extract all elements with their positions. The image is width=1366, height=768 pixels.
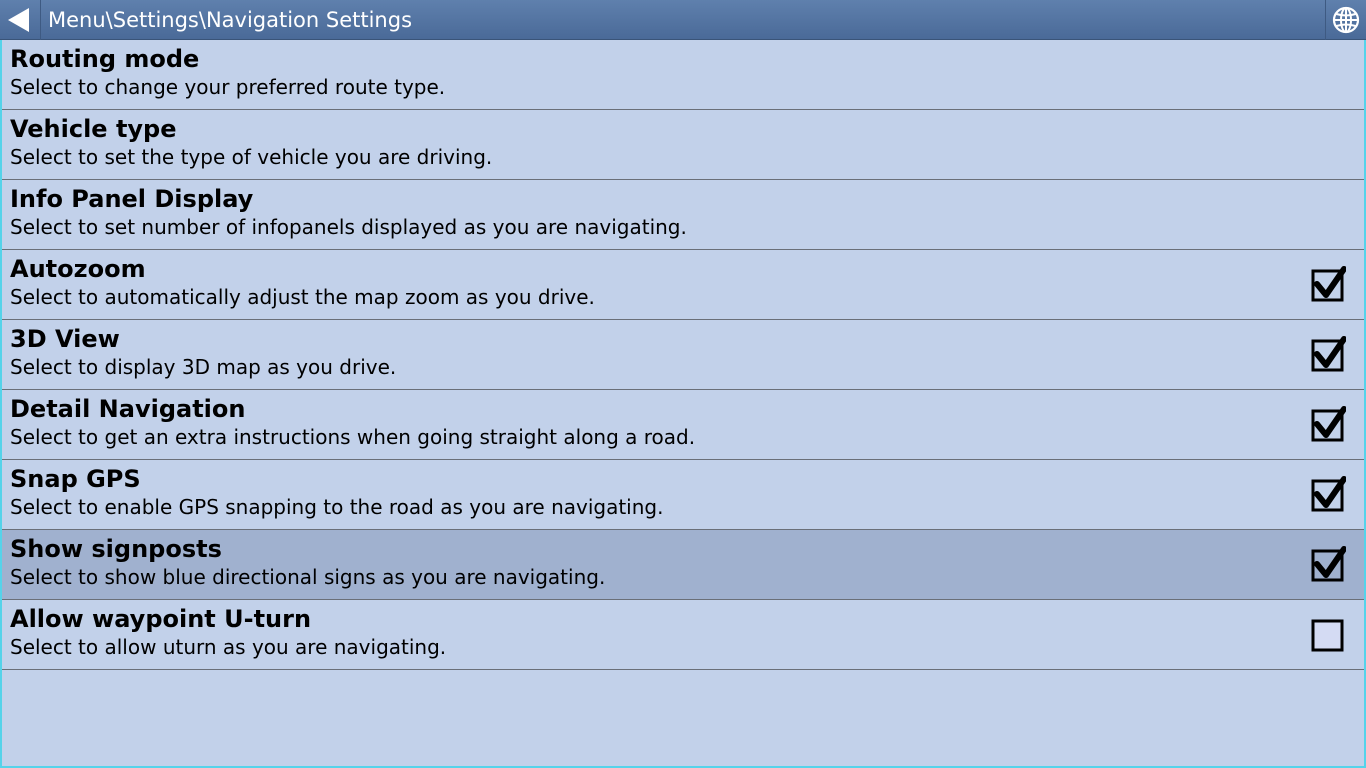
settings-list: Routing mode Select to change your prefe… — [0, 40, 1366, 768]
checkmark-icon — [1314, 406, 1346, 438]
snap-gps-checkbox[interactable] — [1308, 476, 1346, 514]
setting-description: Select to display 3D map as you drive. — [10, 355, 397, 379]
globe-button[interactable] — [1326, 0, 1366, 40]
setting-title: Routing mode — [10, 45, 200, 73]
setting-row-3d-view[interactable]: 3D View Select to display 3D map as you … — [2, 320, 1364, 390]
3d-view-checkbox[interactable] — [1308, 336, 1346, 374]
setting-description: Select to show blue directional signs as… — [10, 565, 606, 589]
setting-description: Select to automatically adjust the map z… — [10, 285, 595, 309]
setting-description: Select to get an extra instructions when… — [10, 425, 696, 449]
setting-description: Select to enable GPS snapping to the roa… — [10, 495, 664, 519]
title-separator — [40, 0, 41, 40]
setting-row-autozoom[interactable]: Autozoom Select to automatically adjust … — [2, 250, 1364, 320]
setting-title: Info Panel Display — [10, 185, 254, 213]
back-arrow-icon — [8, 8, 29, 32]
setting-row-vehicle-type[interactable]: Vehicle type Select to set the type of v… — [2, 110, 1364, 180]
setting-title: Detail Navigation — [10, 395, 246, 423]
setting-row-show-signposts[interactable]: Show signposts Select to show blue direc… — [2, 530, 1364, 600]
checkbox-box — [1311, 619, 1344, 652]
checkmark-icon — [1314, 546, 1346, 578]
setting-description: Select to set the type of vehicle you ar… — [10, 145, 493, 169]
setting-description: Select to allow uturn as you are navigat… — [10, 635, 447, 659]
allow-waypoint-u-turn-checkbox[interactable] — [1308, 616, 1346, 654]
setting-row-detail-navigation[interactable]: Detail Navigation Select to get an extra… — [2, 390, 1364, 460]
setting-title: Vehicle type — [10, 115, 177, 143]
title-bar: Menu\Settings\Navigation Settings — [0, 0, 1366, 40]
setting-description: Select to change your preferred route ty… — [10, 75, 446, 99]
navigation-settings-screen: Menu\Settings\Navigation Settings Routin… — [0, 0, 1366, 768]
checkmark-icon — [1314, 266, 1346, 298]
setting-title: Show signposts — [10, 535, 222, 563]
back-button[interactable] — [0, 0, 40, 40]
show-signposts-checkbox[interactable] — [1308, 546, 1346, 584]
autozoom-checkbox[interactable] — [1308, 266, 1346, 304]
setting-title: 3D View — [10, 325, 120, 353]
page-title: Menu\Settings\Navigation Settings — [48, 8, 413, 32]
setting-description: Select to set number of infopanels displ… — [10, 215, 687, 239]
checkmark-icon — [1314, 476, 1346, 508]
setting-row-allow-waypoint-u-turn[interactable]: Allow waypoint U-turn Select to allow ut… — [2, 600, 1364, 670]
setting-row-snap-gps[interactable]: Snap GPS Select to enable GPS snapping t… — [2, 460, 1364, 530]
setting-title: Snap GPS — [10, 465, 141, 493]
detail-navigation-checkbox[interactable] — [1308, 406, 1346, 444]
checkmark-icon — [1314, 336, 1346, 368]
setting-title: Autozoom — [10, 255, 146, 283]
setting-row-info-panel-display[interactable]: Info Panel Display Select to set number … — [2, 180, 1364, 250]
globe-icon — [1332, 6, 1360, 34]
setting-title: Allow waypoint U-turn — [10, 605, 312, 633]
setting-row-routing-mode[interactable]: Routing mode Select to change your prefe… — [2, 40, 1364, 110]
